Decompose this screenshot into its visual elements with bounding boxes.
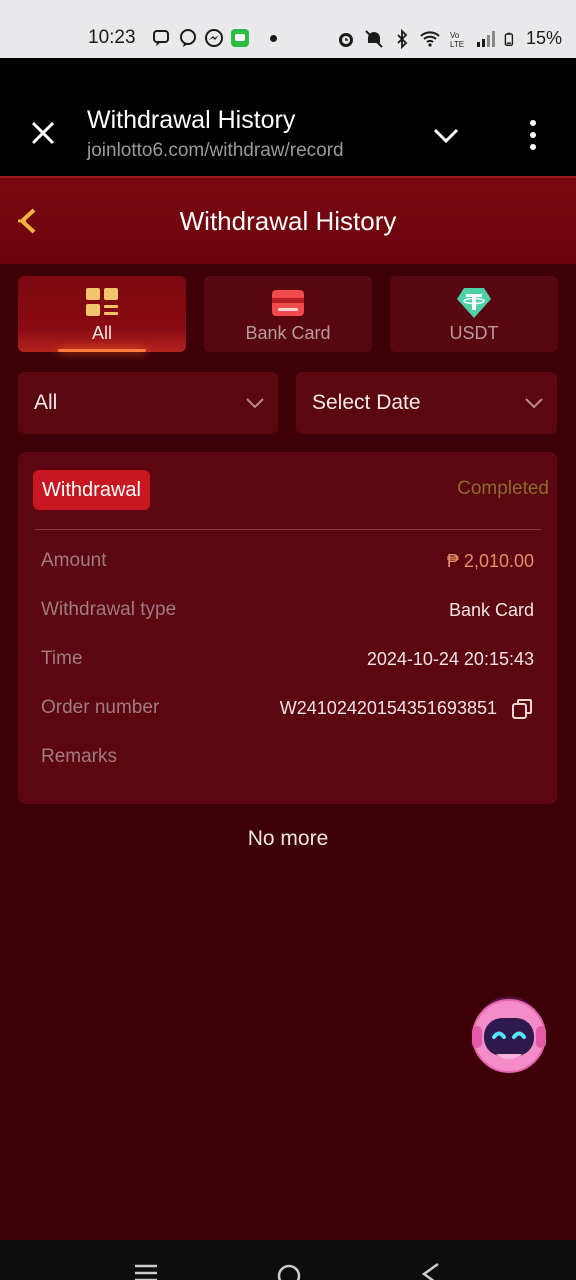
status-right-icons: Vo LTE 15% [336, 28, 562, 49]
more-options-icon[interactable] [522, 116, 544, 154]
tab-bank-card-label: Bank Card [245, 323, 331, 343]
card-divider [34, 529, 542, 530]
copy-icon[interactable] [510, 697, 534, 721]
time-value: 2024-10-24 20:15:43 [366, 649, 534, 669]
tab-all[interactable]: All [18, 276, 186, 352]
card-icon [272, 290, 304, 316]
chat-app-icon [231, 29, 249, 47]
svg-text:Vo: Vo [450, 31, 460, 40]
mute-icon [365, 29, 383, 48]
end-of-list-text: No more [247, 827, 329, 850]
order-number-label: Order number [41, 697, 160, 718]
browser-page-title: Withdrawal History [87, 106, 296, 134]
remarks-label: Remarks [41, 746, 118, 767]
record-type-badge: Withdrawal [33, 470, 150, 510]
status-badge: Completed [457, 478, 549, 499]
chevron-down-icon [246, 398, 264, 409]
withdrawal-type-value: Bank Card [448, 600, 534, 620]
time-label: Time [41, 648, 83, 669]
tab-all-label: All [91, 323, 112, 343]
status-time: 10:23 [88, 27, 136, 48]
viber-icon [180, 29, 196, 47]
type-filter-dropdown[interactable]: All [18, 372, 278, 434]
grid-icon [86, 288, 118, 316]
status-bar: 10:23 Vo LTE 15% [0, 0, 576, 58]
browser-url[interactable]: joinlotto6.com/withdraw/record [87, 140, 344, 162]
home-icon[interactable] [275, 1260, 303, 1280]
alarm-icon [338, 32, 353, 47]
type-filter-value: All [34, 391, 58, 414]
signal-icon [476, 30, 495, 47]
tab-bank-card[interactable]: Bank Card [204, 276, 372, 352]
tab-usdt-label: USDT [449, 323, 499, 343]
more-notifications-dot [270, 34, 277, 42]
back-nav-icon[interactable] [418, 1260, 446, 1280]
battery-percent: 15% [525, 28, 562, 48]
battery-icon [504, 32, 514, 46]
date-filter-value: Select Date [312, 391, 421, 414]
volte-icon: VoLTE [450, 31, 464, 49]
amount-value: ₱ 2,010.00 [446, 551, 534, 571]
tab-usdt[interactable]: USDT [390, 276, 558, 352]
notification-icons [152, 28, 291, 48]
tether-icon [457, 288, 491, 318]
recent-apps-icon[interactable] [132, 1260, 160, 1280]
support-robot-icon[interactable] [464, 990, 554, 1080]
svg-text:LTE: LTE [450, 40, 464, 49]
page-title: Withdrawal History [179, 206, 397, 236]
chevron-down-icon[interactable] [430, 120, 462, 152]
withdrawal-type-label: Withdrawal type [41, 599, 177, 620]
bluetooth-icon [397, 28, 408, 49]
order-number-value: W241024201543516938​51 [279, 698, 497, 718]
wifi-icon [420, 30, 440, 47]
date-filter-dropdown[interactable]: Select Date [296, 372, 557, 434]
chevron-down-icon [525, 398, 543, 409]
messenger-icon [205, 29, 223, 47]
amount-label: Amount [41, 550, 107, 571]
message-icon [153, 30, 169, 46]
close-icon[interactable] [26, 116, 60, 150]
